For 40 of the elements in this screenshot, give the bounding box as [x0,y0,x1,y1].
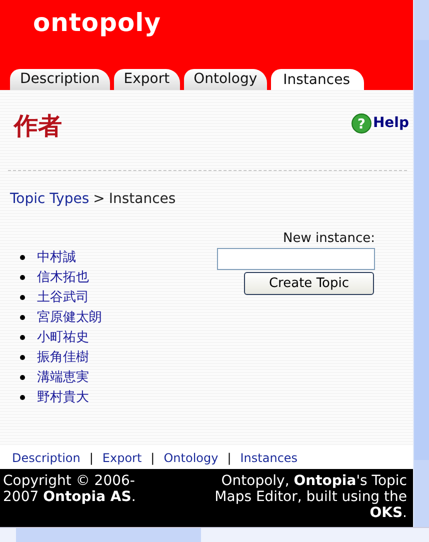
bullet-icon [20,294,25,300]
copyright-text: Copyright © 2006-2007 Ontopia AS. [3,473,137,507]
vertical-scrollbar[interactable] [413,0,429,527]
create-topic-button[interactable]: Create Topic [244,272,374,295]
tab[interactable]: Instances [271,69,364,90]
instance-link[interactable]: 信木拓也 [37,268,89,286]
instance-link[interactable]: 土谷武司 [37,288,89,306]
footer-separator: | [227,451,232,465]
breadcrumb-link[interactable]: Topic Types [10,191,90,207]
new-instance-field[interactable] [217,248,375,270]
tab[interactable]: Ontology [184,69,268,90]
bullet-icon [20,394,25,400]
tab[interactable]: Export [114,69,180,90]
footer-link[interactable]: Export [102,451,142,465]
footer-link[interactable]: Description [12,451,80,465]
tab[interactable]: Description [10,69,110,90]
instance-link[interactable]: 中村誠 [37,248,76,266]
instance-link[interactable]: 野村貴大 [37,388,89,406]
page-title: 作者 [14,111,62,142]
help-link[interactable]: Help [372,115,409,131]
footer-link[interactable]: Ontology [164,451,218,465]
logo: ontopoly [32,7,162,37]
bullet-icon [20,314,25,320]
bullet-icon [20,374,25,380]
credits-text: Ontopoly, Ontopia's Topic Maps Editor, built using the OKS. [214,473,407,523]
bullet-icon [20,274,25,280]
instance-link[interactable]: 溝端恵実 [37,368,89,386]
instance-link[interactable]: 小町祐史 [37,328,89,346]
breadcrumb-separator: > [93,191,105,207]
footer-separator: | [150,451,155,465]
breadcrumb-current: Instances [108,191,176,207]
footer-separator: | [89,451,94,465]
horizontal-scrollbar[interactable] [0,527,429,542]
bullet-icon [20,334,25,340]
instance-link[interactable]: 振角佳樹 [37,348,89,366]
new-instance-label: New instance: [283,231,375,246]
bullet-icon [20,354,25,360]
instance-link[interactable]: 宮原健太朗 [37,308,102,326]
bullet-icon [20,254,25,260]
footer-link[interactable]: Instances [240,451,298,465]
